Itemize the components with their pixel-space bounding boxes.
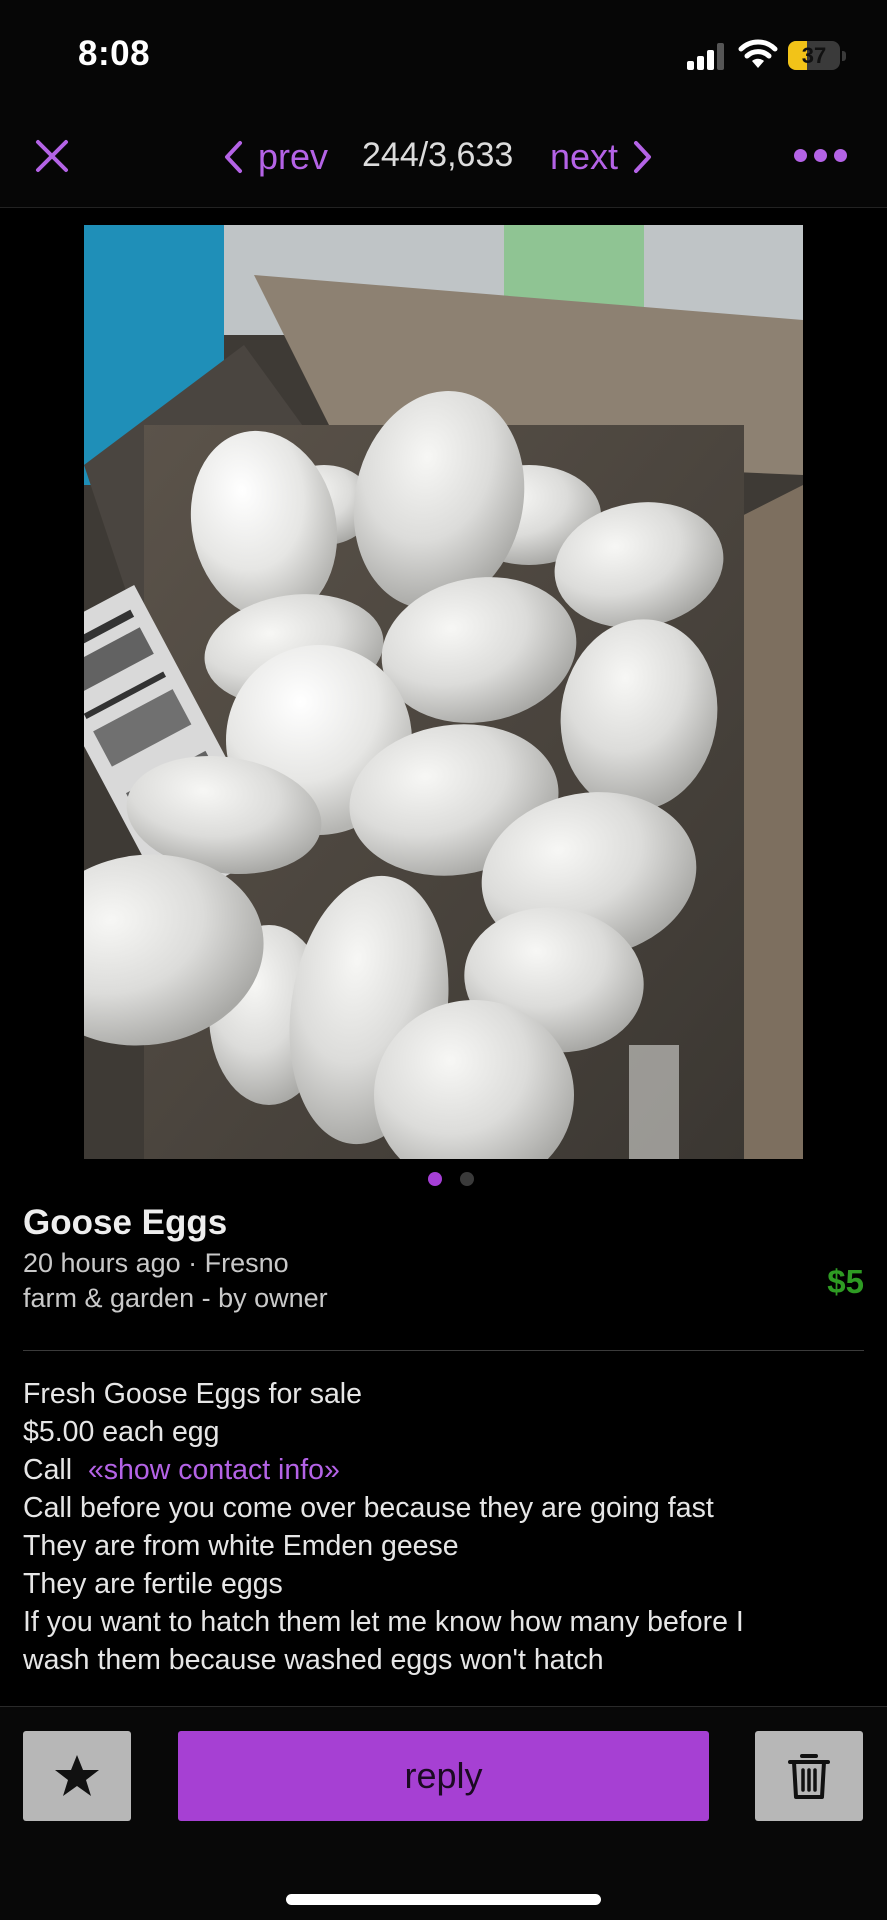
favorite-button[interactable]	[23, 1731, 131, 1821]
reply-button[interactable]: reply	[178, 1731, 709, 1821]
nav-bar: prev 244/3,633 next	[0, 110, 887, 208]
next-label: next	[550, 136, 619, 177]
status-time: 8:08	[78, 34, 151, 73]
more-options-button[interactable]	[794, 144, 852, 166]
listing-photo[interactable]	[84, 225, 803, 1159]
listing-meta: 20 hours ago · Fresno	[23, 1248, 289, 1278]
wifi-icon	[738, 39, 778, 68]
image-pager	[0, 1172, 887, 1186]
description-line: They are from white Emden geese	[23, 1530, 459, 1562]
next-button[interactable]: next	[550, 132, 654, 182]
listing-price: $5	[827, 1263, 864, 1300]
battery-icon: 37	[788, 41, 840, 70]
description-line: $5.00 each egg	[23, 1416, 220, 1448]
divider	[23, 1350, 864, 1351]
status-bar: 8:08 37	[0, 0, 887, 110]
close-icon[interactable]	[30, 134, 74, 178]
listing-title: Goose Eggs	[23, 1203, 228, 1242]
call-label: Call	[23, 1454, 73, 1486]
signal-icon	[687, 42, 727, 70]
show-contact-info-link[interactable]: «show contact info»	[88, 1454, 340, 1486]
trash-icon	[788, 1754, 830, 1799]
more-dots-icon	[794, 148, 807, 162]
description-line: Call before you come over because they a…	[23, 1492, 714, 1524]
goose-eggs-photo	[84, 225, 803, 1159]
home-indicator[interactable]	[286, 1894, 601, 1905]
battery-level: 37	[801, 43, 827, 68]
description-line: If you want to hatch them let me know ho…	[23, 1606, 744, 1638]
prev-button[interactable]: prev	[222, 132, 328, 182]
prev-label: prev	[258, 136, 329, 177]
chevron-right-icon	[634, 141, 652, 173]
description-line: Fresh Goose Eggs for sale	[23, 1378, 362, 1410]
listing-description: Fresh Goose Eggs for sale $5.00 each egg…	[23, 1375, 873, 1679]
description-line: wash them because washed eggs won't hatc…	[23, 1644, 604, 1676]
description-line: They are fertile eggs	[23, 1568, 283, 1600]
pager-dot[interactable]	[459, 1172, 474, 1186]
battery-cap	[842, 51, 846, 61]
listing-category: farm & garden - by owner	[23, 1283, 328, 1313]
delete-button[interactable]	[755, 1731, 863, 1821]
chevron-left-icon	[225, 141, 242, 173]
pager-dot[interactable]	[427, 1172, 442, 1186]
listing-counter: 244/3,633	[362, 136, 514, 174]
bottom-action-bar: reply	[0, 1706, 887, 1920]
description-line: Call «show contact info»	[23, 1451, 873, 1489]
star-icon	[55, 1755, 99, 1796]
